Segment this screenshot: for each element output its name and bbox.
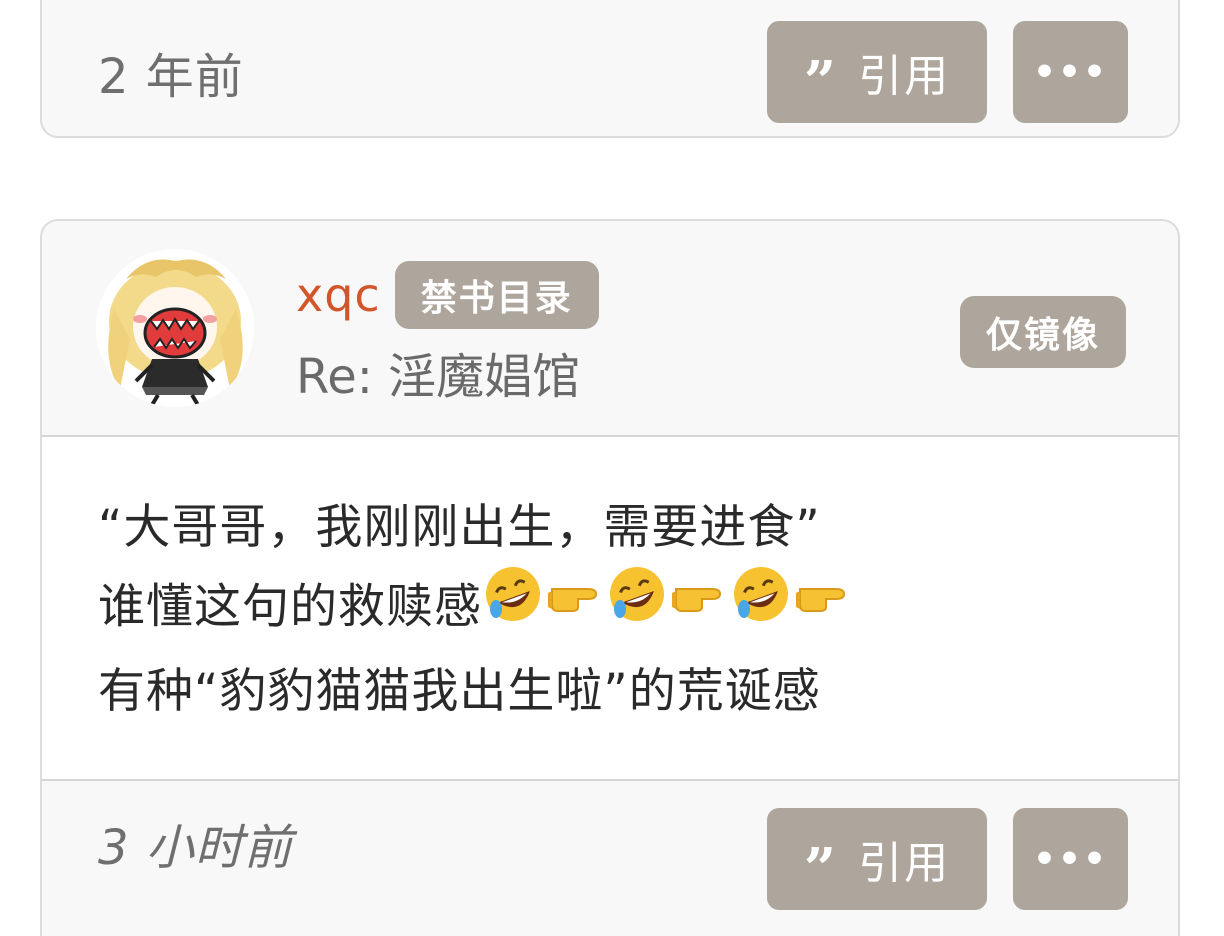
more-button[interactable]: •••	[1013, 21, 1128, 123]
previous-post-footer: 2 年前 ” 引用 •••	[42, 8, 1178, 136]
rolling-laughing-emoji-icon	[730, 563, 792, 649]
pointing-right-emoji-icon	[668, 563, 730, 649]
more-icon: •••	[1032, 51, 1109, 93]
pointing-right-emoji-icon	[544, 563, 606, 649]
post-body-line: 谁懂这句的救赎感	[98, 567, 1178, 653]
rolling-laughing-emoji-icon	[482, 563, 544, 649]
author-row: xqc 禁书目录	[296, 261, 599, 329]
username-link[interactable]: xqc	[296, 268, 381, 322]
post-body-text: 谁懂这句的救赎感	[98, 579, 482, 635]
user-tag-badge[interactable]: 禁书目录	[394, 261, 599, 329]
avatar[interactable]	[96, 249, 254, 407]
quote-icon: ”	[803, 49, 837, 115]
previous-post-actions: ” 引用 •••	[767, 21, 1128, 123]
post-footer: 3 小时前 ” 引用 •••	[42, 781, 1178, 936]
post-subject: Re: 淫魔娼馆	[296, 349, 581, 405]
pointing-right-emoji-icon	[792, 563, 854, 649]
quote-button[interactable]: ” 引用	[767, 21, 987, 123]
quote-button-label: 引用	[858, 51, 951, 102]
page: 2 年前 ” 引用 ••• xqc 禁书目录 Re: 淫魔娼馆 仅镜像 “大哥哥…	[0, 0, 1224, 936]
more-icon: •••	[1032, 838, 1109, 880]
quote-button-label: 引用	[858, 838, 951, 889]
previous-post-card: 2 年前 ” 引用 •••	[40, 0, 1180, 138]
post-actions: ” 引用 •••	[767, 808, 1128, 910]
more-button[interactable]: •••	[1013, 808, 1128, 910]
post-header: xqc 禁书目录 Re: 淫魔娼馆 仅镜像	[42, 221, 1178, 437]
previous-post-timestamp: 2 年前	[98, 49, 244, 105]
post-body: “大哥哥，我刚刚出生，需要进食” 谁懂这句的救赎感 有种“豹豹猫猫我出生啦”的荒…	[42, 437, 1178, 781]
post-card: xqc 禁书目录 Re: 淫魔娼馆 仅镜像 “大哥哥，我刚刚出生，需要进食” 谁…	[40, 219, 1180, 936]
mirror-badge: 仅镜像	[959, 296, 1126, 368]
post-body-line: “大哥哥，我刚刚出生，需要进食”	[98, 500, 821, 555]
post-timestamp: 3 小时前	[98, 820, 293, 876]
post-body-line: 有种“豹豹猫猫我出生啦”的荒诞感	[98, 664, 821, 719]
quote-button[interactable]: ” 引用	[767, 808, 987, 910]
rolling-laughing-emoji-icon	[606, 563, 668, 649]
quote-icon: ”	[803, 836, 837, 902]
